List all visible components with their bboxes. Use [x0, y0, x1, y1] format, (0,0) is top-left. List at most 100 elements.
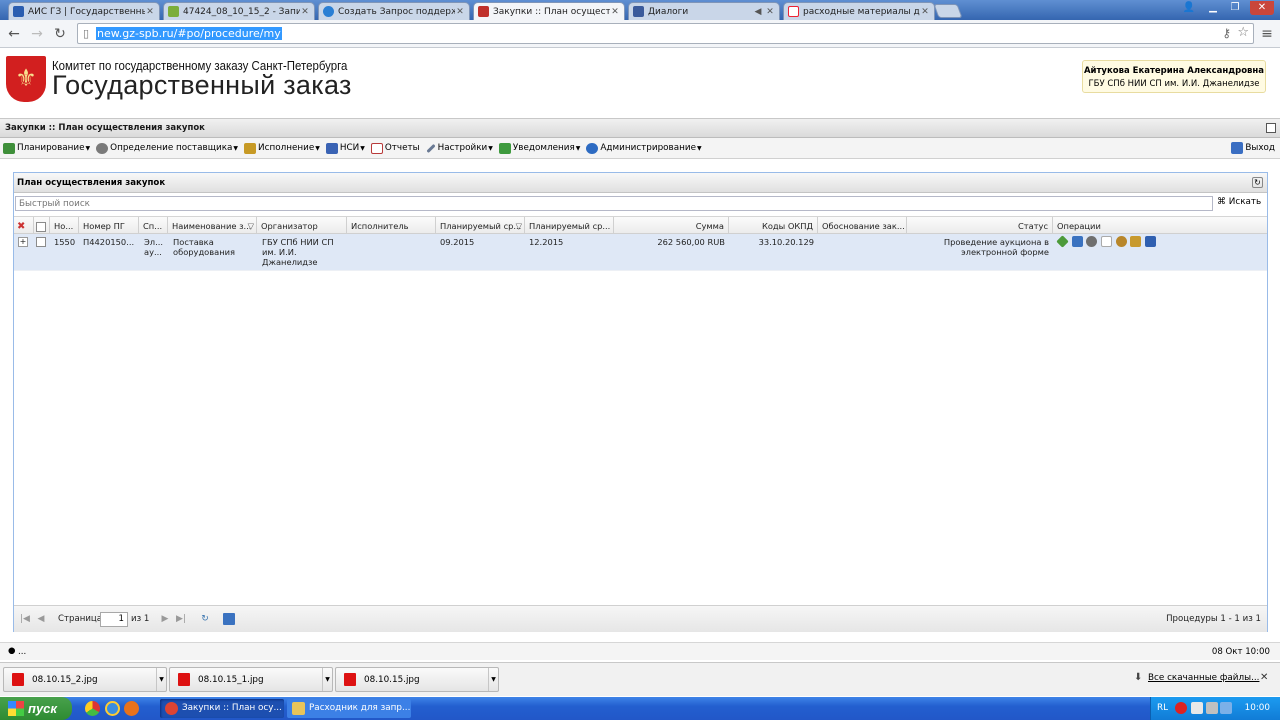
last-page-icon[interactable]: ▶| — [176, 614, 186, 624]
close-tab-icon[interactable]: ✕ — [455, 7, 465, 17]
start-button[interactable]: пуск — [0, 697, 72, 720]
download-item[interactable]: 08.10.15.jpg ▼ — [335, 667, 499, 692]
col-amount[interactable]: Сумма — [614, 217, 729, 235]
ie-icon[interactable] — [105, 701, 120, 716]
new-tab-button[interactable] — [933, 4, 963, 18]
all-downloads-link[interactable]: Все скачанные файлы... — [1148, 673, 1259, 683]
col-okpd[interactable]: Коды ОКПД — [729, 217, 818, 235]
browser-tab-active[interactable]: Закупки :: План осуществл ✕ — [473, 2, 625, 20]
address-bar[interactable]: ▯ new.gz-spb.ru/#po/procedure/my ⚷ ☆ — [77, 23, 1254, 44]
close-tab-icon[interactable]: ✕ — [610, 7, 620, 17]
forward-arrow-icon[interactable]: → — [27, 24, 47, 44]
first-page-icon[interactable]: |◀ — [20, 614, 30, 624]
col-executor[interactable]: Исполнитель — [347, 217, 436, 235]
col-planned-end[interactable]: Планируемый ср... — [525, 217, 614, 235]
close-tab-icon[interactable]: ✕ — [765, 7, 775, 17]
menu-supplier-selection[interactable]: Определение поставщика ▼ — [96, 142, 238, 154]
url-text[interactable]: new.gz-spb.ru/#po/procedure/my — [96, 27, 282, 40]
maximize-panel-icon[interactable] — [1266, 123, 1276, 133]
close-tab-icon[interactable]: ✕ — [920, 7, 930, 17]
search-button-label: Искать — [1228, 197, 1262, 207]
clock[interactable]: 10:00 — [1245, 703, 1270, 713]
menu-icon[interactable]: ≡ — [1257, 24, 1277, 44]
yandex-favicon-icon — [788, 6, 799, 17]
clear-filter-icon[interactable]: ✖ — [14, 217, 34, 235]
col-pg-number[interactable]: Номер ПГ — [79, 217, 139, 235]
menu-nsi[interactable]: НСИ ▼ — [325, 142, 365, 154]
scroll-icon[interactable] — [1130, 236, 1142, 247]
menu-planning[interactable]: Планирование ▼ — [3, 142, 90, 154]
reload-icon[interactable]: ↻ — [50, 24, 70, 44]
close-icon[interactable]: ✕ — [1260, 672, 1268, 683]
favicon-icon — [478, 6, 489, 17]
antivirus-icon[interactable] — [1175, 702, 1187, 714]
select-all-checkbox[interactable] — [34, 217, 50, 235]
refresh-icon[interactable]: ↻ — [200, 614, 210, 624]
close-window-icon[interactable]: ✕ — [1250, 1, 1274, 15]
chevron-down-icon[interactable]: ▼ — [156, 668, 166, 691]
col-status[interactable]: Статус — [907, 217, 1053, 235]
cell-amount: 262 560,00 RUB — [657, 237, 725, 247]
save-icon[interactable] — [223, 613, 235, 625]
browser-tab[interactable]: расходные материалы для ✕ — [783, 2, 935, 20]
emblem-icon[interactable] — [1115, 236, 1127, 247]
next-page-icon[interactable]: ▶ — [160, 614, 170, 624]
close-tab-icon[interactable]: ✕ — [300, 7, 310, 17]
menu-reports[interactable]: Отчеты — [370, 142, 420, 154]
taskbar-item[interactable]: Расходник для запр... — [287, 699, 411, 718]
menu-settings[interactable]: Настройки ▼ — [425, 143, 493, 153]
col-method[interactable]: Сп... — [139, 217, 168, 235]
chrome-icon[interactable] — [85, 701, 100, 716]
firefox-icon[interactable] — [124, 701, 139, 716]
bars-icon[interactable] — [1144, 236, 1156, 247]
chevron-down-icon[interactable]: ▼ — [488, 668, 498, 691]
wrench-icon — [425, 143, 436, 153]
browser-tab[interactable]: АИС ГЗ | Государственный ✕ — [8, 2, 160, 20]
document-icon[interactable] — [1100, 236, 1112, 247]
user-profile-icon[interactable]: 👤 — [1180, 1, 1198, 15]
restore-icon[interactable]: ❐ — [1226, 1, 1244, 15]
exit-button[interactable]: Выход — [1231, 142, 1275, 154]
page-number-input[interactable]: 1 — [100, 612, 128, 627]
col-justification[interactable]: Обоснование зак... — [818, 217, 907, 235]
network-icon[interactable] — [1191, 702, 1203, 714]
col-organizer[interactable]: Организатор — [257, 217, 347, 235]
col-planned-start[interactable]: Планируемый ср... ▽ — [436, 217, 525, 235]
procurement-plan-grid: План осуществления закупок ↻ ⌘ Искать ✖ … — [13, 172, 1268, 632]
back-arrow-icon[interactable]: ← — [4, 24, 24, 44]
volume-icon[interactable] — [1206, 702, 1218, 714]
search-button[interactable]: ⌘ Искать — [1217, 197, 1261, 207]
close-tab-icon[interactable]: ✕ — [145, 7, 155, 17]
col-operations: Операции — [1057, 221, 1101, 231]
chart-icon[interactable] — [1071, 236, 1083, 247]
taskbar-item-active[interactable]: Закупки :: План осу... — [160, 699, 284, 718]
bookmark-star-icon[interactable]: ☆ — [1237, 25, 1249, 40]
menu-execution[interactable]: Исполнение ▼ — [244, 142, 320, 154]
refresh-icon[interactable]: ↻ — [1252, 177, 1263, 188]
table-row[interactable]: + 1550 П4420150... Эл... ау... Поставка … — [14, 234, 1267, 271]
chrome-icon — [165, 702, 178, 715]
menu-notifications[interactable]: Уведомления ▼ — [498, 142, 580, 154]
spb-emblem-logo[interactable]: ⚜ — [6, 56, 46, 102]
gears-icon[interactable] — [1086, 236, 1098, 247]
tag-icon[interactable] — [1056, 235, 1069, 248]
chevron-down-icon[interactable]: ▼ — [322, 668, 332, 691]
tray-icon[interactable] — [1220, 702, 1232, 714]
download-item[interactable]: 08.10.15_2.jpg ▼ — [3, 667, 167, 692]
col-label: Планируемый ср... — [440, 221, 522, 231]
row-checkbox[interactable] — [36, 236, 46, 247]
browser-tab[interactable]: Создать Запрос поддержки ✕ — [318, 2, 470, 20]
minimize-icon[interactable]: ▁ — [1204, 1, 1222, 15]
binoculars-icon: ⌘ — [1217, 197, 1226, 207]
quick-search-input[interactable] — [15, 196, 1213, 211]
download-item[interactable]: 08.10.15_1.jpg ▼ — [169, 667, 333, 692]
col-number[interactable]: Но... — [50, 217, 79, 235]
language-indicator[interactable]: RL — [1157, 703, 1168, 713]
col-purchase-name[interactable]: Наименование з... ▽ — [168, 217, 257, 235]
expand-row-icon[interactable]: + — [18, 237, 28, 247]
prev-page-icon[interactable]: ◀ — [36, 614, 46, 624]
browser-tab[interactable]: 47424_08_10_15_2 - Запис ✕ — [163, 2, 315, 20]
browser-tab[interactable]: Диалоги ◀ ✕ — [628, 2, 780, 20]
menu-administration[interactable]: Администрирование ▼ — [586, 142, 702, 154]
key-icon[interactable]: ⚷ — [1222, 26, 1231, 40]
